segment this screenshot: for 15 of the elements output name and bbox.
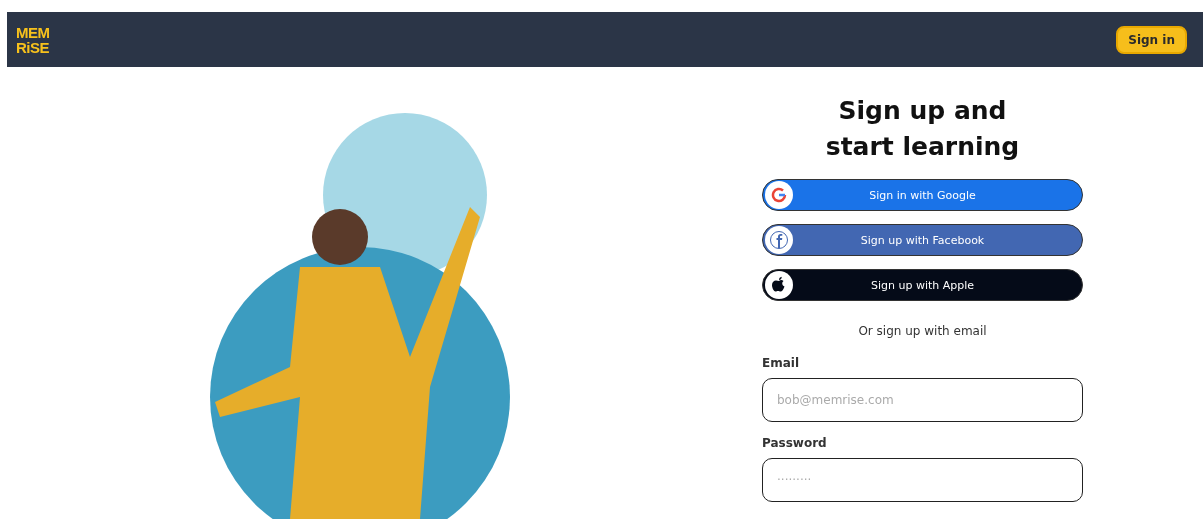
email-divider-text: Or sign up with email (857, 324, 988, 338)
input-field[interactable]: bob@memrise.com (762, 378, 1083, 422)
facebook-f-icon (765, 226, 793, 254)
google-signup-button[interactable]: Sign in with Google (762, 179, 1083, 211)
signup-heading: Sign up and start learning (824, 95, 1021, 163)
sign-in-button[interactable]: Sign in (1116, 25, 1187, 54)
apple-logo-icon (765, 271, 793, 299)
facebook-signup-button[interactable]: Sign up with Facebook (762, 224, 1083, 256)
logo-text: MEM (16, 24, 50, 40)
input-field[interactable]: ········· (762, 458, 1083, 502)
field-label: Password (762, 436, 828, 450)
field-label: Email (762, 356, 801, 370)
google-g-icon (765, 181, 793, 209)
logo-text: RiSE (16, 39, 50, 55)
apple-signup-button[interactable]: Sign up with Apple (762, 269, 1083, 301)
